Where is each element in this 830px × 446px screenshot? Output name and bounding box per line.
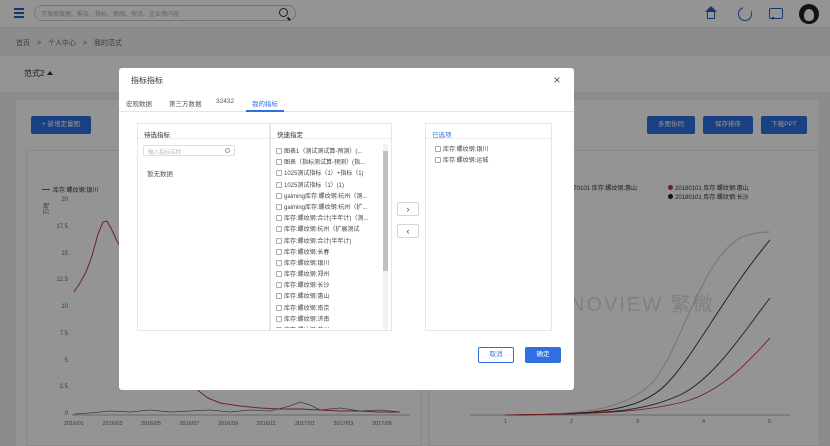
- indicator-list-item[interactable]: 库存:螺纹钢:银川: [276, 258, 382, 269]
- indicator-list-item[interactable]: 库存:螺纹钢:银川: [435, 144, 547, 155]
- indicator-label: 库存:螺纹钢:合计(半年计): [284, 238, 352, 245]
- move-left-button[interactable]: ‹: [397, 224, 419, 238]
- indicator-list-item[interactable]: 库存:螺纹钢:苏州: [276, 325, 382, 328]
- indicator-list-item[interactable]: 库存:螺纹钢:合计(半年计)（测...: [276, 213, 382, 224]
- indicator-list-item[interactable]: 库存:螺纹钢:杭州（扩展测试: [276, 224, 382, 235]
- tab-macro-data[interactable]: 宏观数据: [126, 98, 152, 108]
- checkbox[interactable]: [276, 226, 282, 233]
- active-tab-indicator: [246, 110, 284, 112]
- candidate-pane: 待选指标 输入指标名称 暂无数据: [137, 123, 270, 331]
- tab-third-party-data[interactable]: 第三方数据: [169, 98, 202, 108]
- close-icon[interactable]: ×: [551, 74, 563, 86]
- selected-list: 库存:螺纹钢:银川 库存:螺纹钢:运城: [435, 144, 547, 166]
- checkbox[interactable]: [276, 293, 282, 300]
- indicator-label: 库存:螺纹钢:长春: [284, 249, 330, 256]
- search-placeholder: 输入指标名称: [148, 149, 182, 156]
- indicator-list-item[interactable]: gaiming库存:螺纹钢:杭州（测...: [276, 191, 382, 202]
- indicator-label: 库存:螺纹钢:合计(半年计)（测...: [284, 216, 369, 223]
- checkbox[interactable]: [276, 271, 282, 278]
- confirm-button[interactable]: 确定: [525, 347, 561, 363]
- tab-my-indicators[interactable]: 我的指标: [252, 98, 278, 108]
- indicator-list-item[interactable]: 库存:螺纹钢:合计(半年计): [276, 236, 382, 247]
- indicator-label: 库存:螺纹钢:济南: [284, 316, 330, 323]
- indicator-label: gaiming库存:螺纹钢:杭州（测...: [284, 193, 368, 200]
- indicator-label: 1025测试指标（1）(1): [284, 182, 345, 189]
- empty-state: 暂无数据: [147, 171, 173, 178]
- checkbox[interactable]: [435, 157, 441, 164]
- checkbox[interactable]: [276, 304, 282, 311]
- checkbox[interactable]: [276, 170, 282, 177]
- divider: [271, 138, 391, 139]
- indicator-list-item[interactable]: gaiming库存:螺纹钢:杭州（扩...: [276, 202, 382, 213]
- indicator-label: gaiming库存:螺纹钢:杭州（扩...: [284, 204, 368, 211]
- checkbox[interactable]: [276, 203, 282, 210]
- modal-title: 指标指标: [131, 76, 163, 85]
- checkbox[interactable]: [276, 148, 282, 154]
- indicator-list-item[interactable]: 图表1（测试测试算-预测）(...: [276, 146, 382, 157]
- checkbox[interactable]: [276, 192, 282, 199]
- checkbox[interactable]: [435, 146, 441, 152]
- indicator-search-input[interactable]: 输入指标名称: [143, 145, 235, 156]
- selected-pane: 已选项 库存:螺纹钢:银川 库存:螺纹钢:运城: [425, 123, 552, 331]
- indicator-label: 图表（指标测试算-预测）(指...: [284, 160, 365, 167]
- checkbox[interactable]: [276, 159, 282, 166]
- checkbox[interactable]: [276, 259, 282, 266]
- checkbox[interactable]: [276, 282, 282, 289]
- indicator-modal: 指标指标 × 宏观数据 第三方数据 32432 我的指标 待选指标 输入指标名称…: [119, 68, 574, 390]
- checkbox[interactable]: [276, 215, 282, 222]
- quick-select-pane: 快速指定 图表1（测试测试算-预测）(... 图表（指标测试算-预测）(指... 1…: [270, 123, 392, 331]
- checkbox[interactable]: [276, 315, 282, 322]
- indicator-label: 1025测试指标（1）+指标（1): [284, 171, 364, 178]
- indicator-list-item[interactable]: 库存:螺纹钢:长沙: [276, 280, 382, 291]
- indicator-label: 库存:螺纹钢:银川: [284, 260, 330, 267]
- modal-tabs: 宏观数据 第三方数据 32432 我的指标: [119, 96, 574, 112]
- indicator-list-item[interactable]: 库存:螺纹钢:南京: [276, 303, 382, 314]
- cancel-button[interactable]: 取消: [478, 347, 514, 363]
- indicator-label: 图表1（测试测试算-预测）(...: [284, 149, 363, 155]
- checkbox[interactable]: [276, 327, 282, 328]
- move-right-button[interactable]: ›: [397, 202, 419, 216]
- indicator-list-item[interactable]: 库存:螺纹钢:济南: [276, 314, 382, 325]
- quick-select-list: 图表1（测试测试算-预测）(... 图表（指标测试算-预测）(指... 1025测试…: [276, 146, 382, 328]
- search-icon: [225, 148, 230, 153]
- indicator-label: 库存:螺纹钢:银川: [443, 147, 489, 153]
- checkbox[interactable]: [276, 248, 282, 255]
- indicator-label: 库存:螺纹钢:郑州: [284, 272, 330, 279]
- indicator-list-item[interactable]: 库存:螺纹钢:长春: [276, 247, 382, 258]
- indicator-label: 库存:螺纹钢:南京: [284, 305, 330, 312]
- indicator-list-item[interactable]: 库存:螺纹钢:惠山: [276, 291, 382, 302]
- tab-32432[interactable]: 32432: [216, 98, 234, 105]
- checkbox[interactable]: [276, 237, 282, 244]
- indicator-label: 库存:螺纹钢:惠山: [284, 294, 330, 301]
- indicator-label: 库存:螺纹钢:运城: [443, 158, 489, 165]
- divider: [138, 138, 269, 139]
- divider: [426, 138, 551, 139]
- indicator-label: 库存:螺纹钢:长沙: [284, 283, 330, 290]
- scrollbar-thumb[interactable]: [383, 151, 388, 271]
- indicator-list-item[interactable]: 1025测试指标（1）(1): [276, 180, 382, 191]
- indicator-list-item[interactable]: 1025测试指标（1）+指标（1): [276, 168, 382, 179]
- indicator-list-item[interactable]: 库存:螺纹钢:运城: [435, 155, 547, 166]
- indicator-list-item[interactable]: 图表（指标测试算-预测）(指...: [276, 157, 382, 168]
- indicator-label: 库存:螺纹钢:杭州（扩展测试: [284, 227, 360, 234]
- checkbox[interactable]: [276, 181, 282, 188]
- indicator-list-item[interactable]: 库存:螺纹钢:郑州: [276, 269, 382, 280]
